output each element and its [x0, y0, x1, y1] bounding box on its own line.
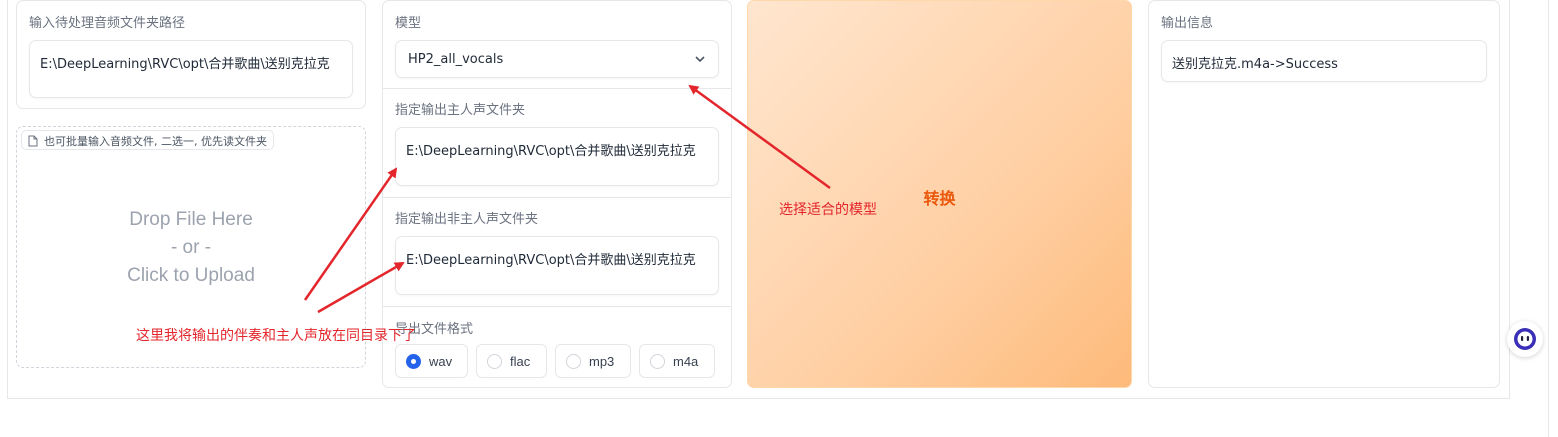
convert-button[interactable]: 转换 — [747, 0, 1132, 388]
settings-panel: 模型 HP2_all_vocals 指定输出主人声文件夹 E:\DeepLear… — [382, 0, 732, 388]
radio-selected-icon — [406, 353, 421, 369]
vocal-output-field[interactable]: E:\DeepLearning\RVC\opt\合并歌曲\送别克拉克 — [395, 127, 719, 186]
instrumental-output-label: 指定输出非主人声文件夹 — [395, 212, 539, 227]
click-upload-text: Click to Upload — [127, 265, 255, 286]
chevron-down-icon — [695, 56, 705, 63]
input-folder-field[interactable]: E:\DeepLearning\RVC\opt\合并歌曲\送别克拉克 — [29, 40, 353, 98]
model-annotation: 选择适合的模型 — [779, 202, 877, 218]
separator — [383, 306, 731, 307]
model-select[interactable]: HP2_all_vocals — [395, 40, 719, 78]
upload-chip: 也可批量输入音频文件, 二选一, 优先读文件夹 — [21, 130, 274, 150]
radio-icon — [487, 353, 502, 369]
output-info-field[interactable]: 送别克拉克.m4a->Success — [1161, 40, 1487, 82]
output-label: 输出信息 — [1161, 16, 1214, 31]
instrumental-output-field[interactable]: E:\DeepLearning\RVC\opt\合并歌曲\送别克拉克 — [395, 236, 719, 295]
separator — [383, 88, 731, 89]
file-icon — [28, 135, 38, 147]
bot-icon — [1514, 328, 1536, 350]
radio-icon — [566, 353, 581, 369]
radio-icon — [650, 353, 665, 369]
drop-or-text: - or - — [170, 237, 212, 258]
format-option-flac[interactable]: flac — [476, 344, 547, 378]
output-panel: 输出信息 送别克拉克.m4a->Success — [1148, 0, 1500, 388]
format-option-label: m4a — [673, 353, 699, 369]
vocal-output-label: 指定输出主人声文件夹 — [395, 103, 526, 118]
format-option-label: flac — [510, 353, 531, 369]
folder-annotation: 这里我将输出的伴奏和主人声放在同目录下了 — [136, 328, 416, 344]
upload-chip-label: 也可批量输入音频文件, 二选一, 优先读文件夹 — [44, 135, 267, 148]
model-label: 模型 — [395, 16, 422, 31]
drop-file-text: Drop File Here — [129, 209, 253, 230]
format-option-mp3[interactable]: mp3 — [555, 344, 631, 378]
assistant-bot-button[interactable] — [1507, 321, 1543, 357]
format-option-label: wav — [429, 353, 453, 369]
format-option-m4a[interactable]: m4a — [639, 344, 715, 378]
format-option-label: mp3 — [589, 353, 615, 369]
model-selected-value: HP2_all_vocals — [408, 52, 504, 67]
input-folder-panel: 输入待处理音频文件夹路径 E:\DeepLearning\RVC\opt\合并歌… — [16, 0, 366, 109]
format-option-wav[interactable]: wav — [395, 344, 468, 378]
separator — [383, 197, 731, 198]
input-folder-label: 输入待处理音频文件夹路径 — [29, 16, 186, 31]
page-divider — [1548, 0, 1549, 437]
